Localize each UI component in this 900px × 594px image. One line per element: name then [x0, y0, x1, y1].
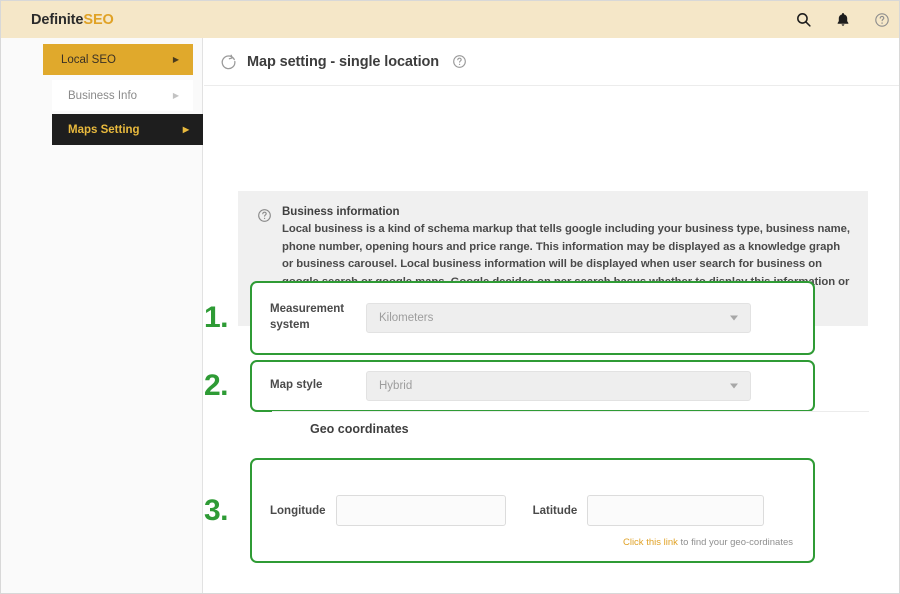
highlight-box: Measurement system Kilometers — [250, 281, 815, 355]
info-panel-title: Business information — [282, 206, 400, 218]
chevron-right-icon: ▶ — [172, 54, 179, 64]
longitude-label: Longitude — [270, 504, 326, 517]
sidebar-item-label: Business Info — [68, 89, 138, 102]
sidebar-item-local-seo[interactable]: Local SEO ▶ — [43, 44, 193, 75]
step-2-map-style: 2. Map style Hybrid — [204, 360, 869, 412]
sidebar-item-label: Maps Setting — [68, 123, 140, 136]
measurement-system-select[interactable]: Kilometers — [366, 303, 751, 333]
map-style-label: Map style — [270, 379, 323, 392]
search-icon[interactable] — [794, 10, 813, 29]
help-circle-icon[interactable] — [872, 10, 891, 29]
measurement-system-label: Measurement system — [270, 303, 345, 331]
sidebar-item-business-info[interactable]: Business Info ▶ — [52, 80, 193, 111]
step-number: 2. — [204, 369, 229, 402]
page-header: Map setting - single location — [204, 38, 899, 86]
geo-link-note: Click this link to find your geo-cordina… — [623, 537, 793, 548]
map-style-value: Hybrid — [379, 380, 413, 392]
form-content: Business information Local business is a… — [204, 86, 899, 593]
chevron-down-icon — [730, 383, 738, 389]
geo-coordinates-heading: Geo coordinates — [310, 422, 409, 436]
main-content-area: Map setting - single location Business i… — [204, 38, 899, 593]
measurement-system-value: Kilometers — [379, 312, 434, 324]
chevron-right-icon: ▶ — [182, 124, 189, 134]
latitude-group: Latitude — [533, 495, 765, 526]
chevron-down-icon — [730, 315, 738, 321]
highlight-box: Longitude Latitude Click this link to fi… — [250, 458, 815, 563]
brand-logo[interactable]: DefiniteSEO — [31, 12, 114, 28]
brand-logo-part1: Definite — [31, 11, 84, 28]
brand-logo-part2: SEO — [83, 11, 114, 28]
step-3-geo-coordinates: 3. Longitude Latitude Click this link to… — [204, 458, 869, 563]
geo-coordinates-link[interactable]: Click this link — [623, 537, 678, 548]
highlight-box: Map style Hybrid — [250, 360, 815, 412]
help-circle-icon — [256, 207, 272, 223]
sidebar-navigation: Local SEO ▶ Business Info ▶ Maps Setting… — [1, 38, 203, 593]
sidebar-item-maps-setting[interactable]: Maps Setting ▶ — [52, 114, 203, 145]
top-header-bar: DefiniteSEO — [1, 1, 899, 38]
refresh-circle-icon — [218, 52, 238, 72]
sidebar-item-label: Local SEO — [61, 53, 116, 66]
latitude-label: Latitude — [532, 504, 578, 517]
step-number: 1. — [204, 301, 229, 334]
geo-link-suffix: to find your geo-cordinates — [677, 537, 794, 548]
section-divider — [272, 411, 869, 412]
map-style-select[interactable]: Hybrid — [366, 371, 751, 401]
step-1-measurement-system: 1. Measurement system Kilometers — [204, 281, 869, 355]
longitude-input[interactable] — [335, 495, 506, 526]
header-icon-group — [794, 1, 891, 38]
latitude-input[interactable] — [587, 495, 765, 526]
application-window: DefiniteSEO Local SEO ▶ Business Info ▶ … — [0, 0, 900, 594]
page-title: Map setting - single location — [247, 53, 440, 70]
chevron-right-icon: ▶ — [172, 90, 179, 100]
help-circle-icon[interactable] — [452, 54, 467, 69]
notification-bell-icon[interactable] — [833, 10, 852, 29]
step-number: 3. — [204, 493, 229, 527]
longitude-group: Longitude — [270, 495, 506, 526]
